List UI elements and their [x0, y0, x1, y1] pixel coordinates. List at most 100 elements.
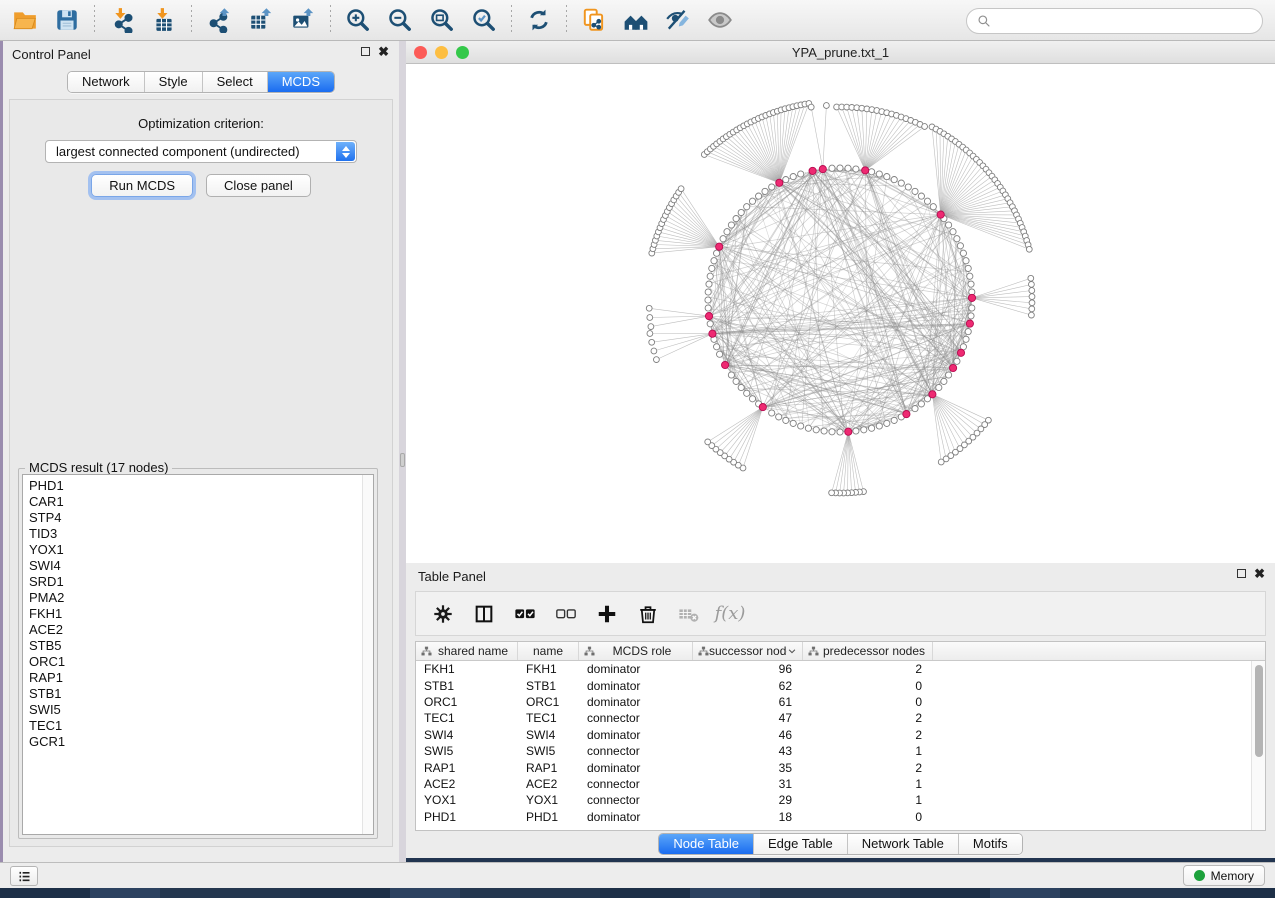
table-row[interactable]: SWI4SWI4dominator462	[416, 727, 1265, 743]
memory-indicator-button[interactable]: Memory	[1183, 865, 1265, 886]
cell-name[interactable]: FKH1	[518, 662, 579, 676]
import-network-icon[interactable]	[101, 3, 143, 37]
table-panel-float-icon[interactable]	[1237, 569, 1246, 578]
result-list-scrollbar[interactable]	[362, 475, 373, 834]
mcds-result-item[interactable]: ORC1	[29, 654, 373, 670]
table-scrollbar-thumb[interactable]	[1255, 665, 1263, 757]
cell-predecessor-nodes[interactable]: 0	[803, 679, 933, 693]
mcds-result-item[interactable]: STP4	[29, 510, 373, 526]
table-row[interactable]: ORC1ORC1dominator610	[416, 694, 1265, 710]
deselect-all-checks-icon[interactable]	[553, 601, 579, 627]
cell-shared-name[interactable]: FKH1	[416, 662, 518, 676]
cell-MCDS-role[interactable]: connector	[579, 711, 693, 725]
zoom-fit-icon[interactable]	[421, 3, 463, 37]
settings-gear-icon[interactable]	[430, 601, 456, 627]
column-header-successor-nodes[interactable]: successor nodes	[693, 642, 803, 660]
mcds-result-item[interactable]: TID3	[29, 526, 373, 542]
mcds-result-item[interactable]: SWI5	[29, 702, 373, 718]
save-session-icon[interactable]	[46, 3, 88, 37]
cell-shared-name[interactable]: SWI5	[416, 744, 518, 758]
mcds-result-item[interactable]: STB5	[29, 638, 373, 654]
add-column-icon[interactable]	[594, 601, 620, 627]
cell-MCDS-role[interactable]: connector	[579, 777, 693, 791]
cell-shared-name[interactable]: ACE2	[416, 777, 518, 791]
cell-name[interactable]: SWI4	[518, 728, 579, 742]
cell-successor-nodes[interactable]: 96	[693, 662, 803, 676]
cell-shared-name[interactable]: TEC1	[416, 711, 518, 725]
tab-network-table[interactable]: Network Table	[847, 834, 958, 854]
cell-predecessor-nodes[interactable]: 1	[803, 744, 933, 758]
cell-successor-nodes[interactable]: 62	[693, 679, 803, 693]
control-panel-close-icon[interactable]: ✖	[378, 46, 389, 57]
cell-successor-nodes[interactable]: 29	[693, 793, 803, 807]
cell-name[interactable]: PHD1	[518, 810, 579, 824]
cell-successor-nodes[interactable]: 31	[693, 777, 803, 791]
node-table[interactable]: shared namenameMCDS rolesuccessor nodesp…	[415, 641, 1266, 831]
cell-successor-nodes[interactable]: 46	[693, 728, 803, 742]
cell-name[interactable]: ACE2	[518, 777, 579, 791]
mcds-result-item[interactable]: PMA2	[29, 590, 373, 606]
cell-MCDS-role[interactable]: connector	[579, 793, 693, 807]
refresh-view-icon[interactable]	[518, 3, 560, 37]
cell-predecessor-nodes[interactable]: 0	[803, 695, 933, 709]
copy-view-icon[interactable]	[573, 3, 615, 37]
cell-predecessor-nodes[interactable]: 0	[803, 810, 933, 824]
cell-name[interactable]: TEC1	[518, 711, 579, 725]
cell-name[interactable]: SWI5	[518, 744, 579, 758]
cell-MCDS-role[interactable]: dominator	[579, 679, 693, 693]
panel-splitter[interactable]	[399, 41, 406, 862]
select-all-checks-icon[interactable]	[512, 601, 538, 627]
open-file-icon[interactable]	[4, 3, 46, 37]
cell-MCDS-role[interactable]: dominator	[579, 662, 693, 676]
cell-shared-name[interactable]: STB1	[416, 679, 518, 693]
mcds-result-item[interactable]: FKH1	[29, 606, 373, 622]
cell-successor-nodes[interactable]: 18	[693, 810, 803, 824]
zoom-in-icon[interactable]	[337, 3, 379, 37]
cell-shared-name[interactable]: ORC1	[416, 695, 518, 709]
cell-shared-name[interactable]: PHD1	[416, 810, 518, 824]
table-row[interactable]: STB1STB1dominator620	[416, 677, 1265, 693]
cell-MCDS-role[interactable]: dominator	[579, 761, 693, 775]
cell-name[interactable]: ORC1	[518, 695, 579, 709]
criterion-dropdown[interactable]: largest connected component (undirected)	[45, 140, 357, 163]
cell-successor-nodes[interactable]: 43	[693, 744, 803, 758]
control-panel-float-icon[interactable]	[361, 47, 370, 56]
mcds-result-item[interactable]: PHD1	[29, 478, 373, 494]
double-house-icon[interactable]	[615, 3, 657, 37]
cell-predecessor-nodes[interactable]: 2	[803, 728, 933, 742]
hide-annotations-icon[interactable]	[657, 3, 699, 37]
cell-MCDS-role[interactable]: dominator	[579, 695, 693, 709]
table-row[interactable]: TEC1TEC1connector472	[416, 710, 1265, 726]
table-row[interactable]: FKH1FKH1dominator962	[416, 661, 1265, 677]
import-table-icon[interactable]	[143, 3, 185, 37]
search-input[interactable]	[997, 14, 1252, 29]
cell-name[interactable]: YOX1	[518, 793, 579, 807]
cell-MCDS-role[interactable]: dominator	[579, 728, 693, 742]
mcds-result-item[interactable]: GCR1	[29, 734, 373, 750]
mcds-result-item[interactable]: ACE2	[29, 622, 373, 638]
network-window-titlebar[interactable]: YPA_prune.txt_1	[406, 41, 1275, 64]
tab-mcds[interactable]: MCDS	[267, 72, 334, 92]
cell-MCDS-role[interactable]: connector	[579, 744, 693, 758]
mcds-result-item[interactable]: SWI4	[29, 558, 373, 574]
mcds-result-item[interactable]: SRD1	[29, 574, 373, 590]
zoom-out-icon[interactable]	[379, 3, 421, 37]
show-eye-icon[interactable]	[699, 3, 741, 37]
mcds-result-item[interactable]: STB1	[29, 686, 373, 702]
zoom-selected-icon[interactable]	[463, 3, 505, 37]
tab-node-table[interactable]: Node Table	[659, 834, 753, 854]
close-panel-button[interactable]: Close panel	[206, 174, 311, 197]
table-row[interactable]: YOX1YOX1connector291	[416, 792, 1265, 808]
table-scrollbar[interactable]	[1251, 661, 1265, 830]
network-graph-canvas[interactable]	[406, 64, 1275, 563]
cell-predecessor-nodes[interactable]: 2	[803, 761, 933, 775]
cell-predecessor-nodes[interactable]: 1	[803, 777, 933, 791]
export-network-icon[interactable]	[198, 3, 240, 37]
cell-shared-name[interactable]: YOX1	[416, 793, 518, 807]
cell-MCDS-role[interactable]: dominator	[579, 810, 693, 824]
cell-predecessor-nodes[interactable]: 2	[803, 711, 933, 725]
column-header-name[interactable]: name	[518, 642, 579, 660]
cell-predecessor-nodes[interactable]: 2	[803, 662, 933, 676]
column-header-shared-name[interactable]: shared name	[416, 642, 518, 660]
column-header-MCDS-role[interactable]: MCDS role	[579, 642, 693, 660]
